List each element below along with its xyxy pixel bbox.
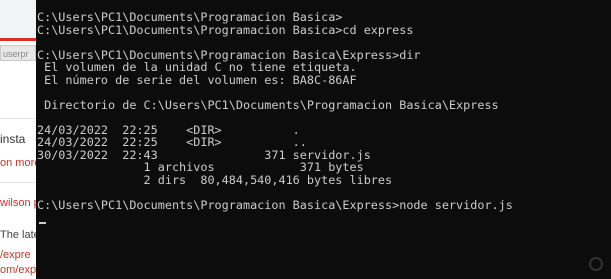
terminal-line: El número de serie del volumen es: BA8C-… <box>37 72 357 87</box>
divider <box>0 182 36 183</box>
terminal-current-command: C:\Users\PC1\Documents\Programacion Basi… <box>37 197 513 212</box>
terminal-line: 2 dirs 80,484,540,416 bytes libres <box>37 172 393 187</box>
browser-input-field[interactable]: userpr <box>0 45 36 61</box>
browser-snippet-3: The lates <box>0 229 36 241</box>
watermark-logo-icon <box>589 257 603 271</box>
divider <box>0 118 36 119</box>
terminal-line: El volumen de la unidad C no tiene etiqu… <box>37 60 357 74</box>
browser-toolbar <box>0 0 36 38</box>
browser-link-2[interactable]: wilson p <box>0 196 36 210</box>
browser-input-text: userpr <box>3 49 29 59</box>
terminal-line: C:\Users\PC1\Documents\Programacion Basi… <box>37 22 414 37</box>
terminal-cursor <box>39 221 46 224</box>
browser-link-1[interactable]: on more <box>0 156 36 170</box>
terminal-prompt-line[interactable]: C:\Users\PC1\Documents\Programacion Basi… <box>36 197 611 212</box>
terminal-window[interactable]: C:\Users\PC1\Documents\Programacion Basi… <box>36 0 611 279</box>
browser-link-5[interactable]: om/expr <box>0 263 36 277</box>
watermark <box>589 257 603 271</box>
terminal-line: C:\Users\PC1\Documents\Programacion Basi… <box>37 10 343 24</box>
terminal-cursor-line <box>36 211 611 224</box>
browser-snippet-0: insta <box>0 132 26 146</box>
terminal-line: 24/03/2022 22:25 <DIR> .. <box>37 135 307 149</box>
browser-link-4[interactable]: /expre <box>0 248 31 262</box>
terminal-line: Directorio de C:\Users\PC1\Documents\Pro… <box>37 97 499 112</box>
terminal-line: 1 archivos 371 bytes <box>37 160 364 174</box>
browser-accent-bar <box>0 38 36 41</box>
screen: userpr insta on more wilson p The lates … <box>0 0 611 279</box>
background-browser-window[interactable]: userpr insta on more wilson p The lates … <box>0 0 36 279</box>
